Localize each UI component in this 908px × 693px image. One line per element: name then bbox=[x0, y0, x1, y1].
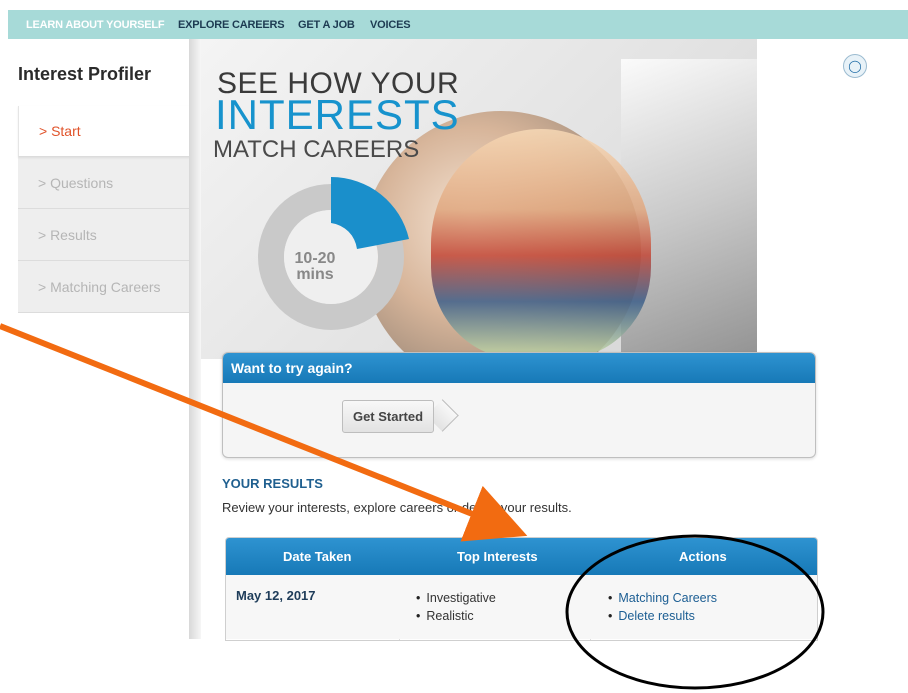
step-questions[interactable]: > Questions bbox=[18, 158, 198, 209]
hero-banner: 10-20 mins SEE HOW YOUR INTERESTS MATCH … bbox=[201, 39, 757, 359]
nav-learn-about-yourself[interactable]: LEARN ABOUT YOURSELF bbox=[26, 19, 165, 31]
top-interests-list: Investigative Realistic bbox=[416, 589, 496, 625]
result-date: May 12, 2017 bbox=[236, 588, 316, 603]
top-navigation: LEARN ABOUT YOURSELF EXPLORE CAREERS GET… bbox=[8, 10, 908, 39]
column-actions: Actions bbox=[679, 549, 727, 564]
column-date-taken: Date Taken bbox=[283, 549, 352, 564]
step-matching-careers[interactable]: > Matching Careers bbox=[18, 262, 198, 313]
hero-people-image bbox=[431, 129, 651, 359]
column-top-interests: Top Interests bbox=[457, 549, 538, 564]
page-title: Interest Profiler bbox=[18, 64, 152, 84]
main-content: 10-20 mins SEE HOW YOUR INTERESTS MATCH … bbox=[201, 39, 831, 641]
step-start[interactable]: > Start bbox=[18, 106, 198, 157]
duration-bottom: mins bbox=[296, 266, 334, 283]
panel-divider bbox=[189, 39, 201, 639]
delete-results-link[interactable]: Delete results bbox=[608, 607, 717, 625]
duration-top: 10-20 bbox=[294, 250, 336, 267]
get-started-button[interactable]: Get Started bbox=[342, 400, 434, 433]
results-table-header: Date Taken Top Interests Actions bbox=[226, 538, 817, 575]
matching-careers-link[interactable]: Matching Careers bbox=[608, 589, 717, 607]
nav-explore-careers[interactable]: EXPLORE CAREERS bbox=[178, 19, 285, 31]
step-navigation: > Start > Questions > Results > Matching… bbox=[18, 106, 199, 313]
step-results[interactable]: > Results bbox=[18, 210, 198, 261]
nav-get-a-job[interactable]: GET A JOB bbox=[298, 19, 355, 31]
results-table: Date Taken Top Interests Actions May 12,… bbox=[225, 537, 818, 641]
try-again-panel: Want to try again? Get Started bbox=[222, 352, 816, 458]
hero-headline-line2: INTERESTS bbox=[215, 91, 460, 138]
lightbulb-icon[interactable]: ◯ bbox=[843, 54, 867, 78]
results-heading: YOUR RESULTS bbox=[222, 476, 323, 491]
interest-item: Investigative bbox=[416, 589, 495, 607]
actions-list: Matching Careers Delete results bbox=[608, 589, 717, 625]
try-again-title: Want to try again? bbox=[223, 353, 815, 383]
results-description: Review your interests, explore careers o… bbox=[222, 500, 572, 515]
hero-headline-line3: MATCH CAREERS bbox=[213, 136, 420, 163]
nav-voices[interactable]: VOICES bbox=[370, 19, 411, 31]
table-row: May 12, 2017 Investigative Realistic Mat… bbox=[226, 575, 817, 639]
duration-label: 10-20 mins bbox=[285, 251, 345, 283]
interest-item: Realistic bbox=[416, 607, 496, 625]
